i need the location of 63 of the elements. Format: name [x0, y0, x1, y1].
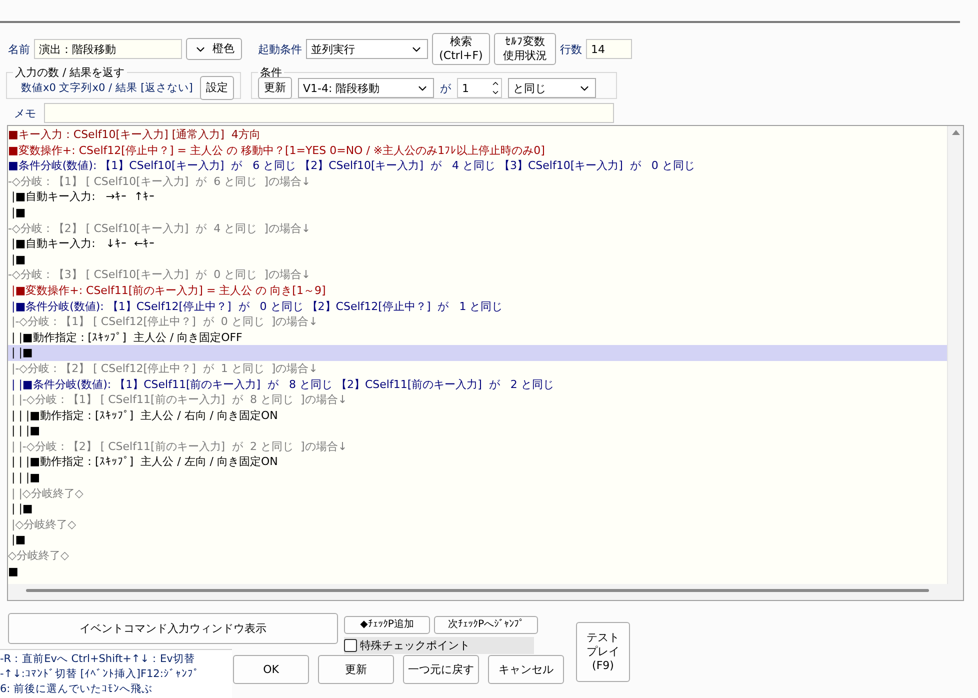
scroll-up-icon	[952, 130, 960, 135]
script-line[interactable]: | | |■	[8, 423, 947, 439]
script-line[interactable]: ■変数操作+: CSelf12[停止中？] = 主人公 の 移動中？[1=YES 0=NO / ※主人公のみ1ﾌﾚ以上停止時のみ0]	[8, 142, 947, 158]
script-line[interactable]: | | |■	[8, 470, 947, 486]
color-button[interactable]: 橙色	[186, 38, 242, 60]
script-line[interactable]: ◇分岐終了◇	[8, 548, 947, 564]
script-line[interactable]: -◇分岐：【3】 [ CSelf10[キー入力] が 0 と同じ ]の場合↓	[8, 267, 947, 283]
dialog-button[interactable]: キャンセル	[488, 655, 564, 684]
script-line[interactable]: -◇分岐：【1】 [ CSelf10[キー入力] が 6 と同じ ]の場合↓	[8, 174, 947, 190]
script-line[interactable]: ■キー入力：CSelf10[キー入力] [通常入力] 4方向	[8, 127, 947, 143]
script-line[interactable]: |■変数操作+: CSelf11[前のキー入力] = 主人公 の 向き[1～9]	[8, 282, 947, 299]
script-line[interactable]: | |■条件分岐(数値): 【1】CSelf11[前のキー入力] が 8 と同じ 【2】CSelf11[前のキー入力] が 2 と同じ	[8, 376, 947, 392]
script-line[interactable]: ■条件分岐(数値): 【1】CSelf10[キー入力] が 6 と同じ 【2】CSelf10[キー入力] が 4 と同じ 【3】CSelf10[キー入力] が 0 と同じ	[8, 158, 947, 174]
compare-select[interactable]: と同じ	[508, 78, 596, 98]
update-condition-button[interactable]: 更新	[258, 77, 292, 99]
script-line[interactable]: | |-◇分岐：【2】 [ CSelf11[前のキー入力] が 2 と同じ ]の場合↓	[8, 438, 947, 454]
shortcut-hint: 6: 前後に選んでいたｺﾓﾝへ飛ぶ	[0, 682, 154, 697]
script-line[interactable]: | |-◇分岐：【1】 [ CSelf11[前のキー入力] が 8 と同じ ]の場合↓	[8, 392, 947, 408]
variable-select[interactable]: V1-4: 階段移動	[298, 78, 434, 98]
name-label: 名前	[8, 42, 30, 56]
special-checkpoint-checkbox[interactable]: 特殊チェックポイント	[344, 637, 534, 654]
script-line[interactable]: |-◇分岐：【1】 [ CSelf12[停止中？] が 0 と同じ ]の場合↓	[8, 314, 947, 330]
next-checkpoint-button[interactable]: 次ﾁｪｯｸPへｼﾞｬﾝﾌﾟ	[434, 616, 538, 634]
script-line[interactable]: |■自動キー入力: →ｷｰ ↑ｷｰ	[8, 189, 947, 205]
script-line[interactable]: |◇分岐終了◇	[8, 516, 947, 532]
settings-button[interactable]: 設定	[200, 76, 234, 100]
trigger-label: 起動条件	[258, 42, 302, 56]
script-line[interactable]: -◇分岐：【2】 [ CSelf10[キー入力] が 4 と同じ ]の場合↓	[8, 220, 947, 236]
shortcut-hint: -R：直前Evへ Ctrl+Shift+↑↓：Ev切替	[0, 652, 196, 667]
script-line[interactable]: | |■	[8, 501, 947, 517]
script-line[interactable]: |■自動キー入力: ↓ｷｰ ←ｷｰ	[8, 236, 947, 252]
name-field[interactable]: 演出：階段移動	[34, 39, 182, 59]
script-line[interactable]: |-◇分岐：【2】 [ CSelf12[停止中？] が 1 と同じ ]の場合↓	[8, 360, 947, 376]
trigger-select[interactable]: 並列実行	[306, 39, 428, 59]
script-line[interactable]: ■	[8, 564, 947, 580]
dialog-button[interactable]: OK	[233, 655, 309, 684]
script-line[interactable]: | |■動作指定：[ｽｷｯﾌﾟ] 主人公 / 向き固定OFF	[8, 330, 947, 346]
memo-label: メモ	[14, 106, 36, 120]
script-line[interactable]: |■条件分岐(数値): 【1】CSelf12[停止中？] が 0 と同じ 【2】CSelf12[停止中？] が 1 と同じ	[8, 298, 947, 314]
line-count-label: 行数	[560, 42, 582, 56]
script-line[interactable]: | |◇分岐終了◇	[8, 486, 947, 502]
search-button[interactable]: 検索 (Ctrl+F)	[432, 33, 490, 65]
dialog-button[interactable]: 一つ元に戻す	[403, 655, 479, 684]
io-group-title: 入力の数 / 結果を返す	[14, 65, 126, 80]
shortcut-hint: -↑↓:ｺﾏﾝﾄﾞ切替 [ｲﾍﾞﾝﾄ挿入]F12:ｼﾞｬﾝﾌﾟ	[0, 667, 200, 682]
script-line[interactable]: |■	[8, 204, 947, 221]
script-line[interactable]: |■	[8, 252, 947, 268]
horizontal-scrollbar[interactable]	[8, 584, 963, 600]
self-variable-usage-button[interactable]: ｾﾙﾌ変数使用状況	[494, 33, 556, 65]
line-count-field[interactable]: 14	[586, 39, 632, 59]
value-spinner[interactable]: 1	[457, 78, 502, 98]
script-line[interactable]: |■	[8, 532, 947, 548]
command-window-button[interactable]: イベントコマンド入力ウィンドウ表示	[8, 613, 338, 644]
script-line[interactable]: | | |■動作指定：[ｽｷｯﾌﾟ] 主人公 / 右向 / 向き固定ON	[8, 408, 947, 424]
condition-group-title: 条件	[259, 65, 283, 80]
memo-field[interactable]	[44, 103, 614, 123]
dialog-button[interactable]: 更新	[318, 655, 394, 684]
script-line[interactable]: | | |■動作指定：[ｽｷｯﾌﾟ] 主人公 / 左向 / 向き固定ON	[8, 454, 947, 470]
test-play-button[interactable]: テストプレイ(F9)	[576, 622, 630, 682]
vertical-scrollbar[interactable]	[947, 126, 963, 584]
add-checkpoint-button[interactable]: ◆ﾁｪｯｸP追加	[344, 616, 430, 634]
ga-label: が	[440, 80, 451, 96]
io-summary: 数値x0 文字列x0 / 結果 [返さない]	[20, 81, 194, 95]
